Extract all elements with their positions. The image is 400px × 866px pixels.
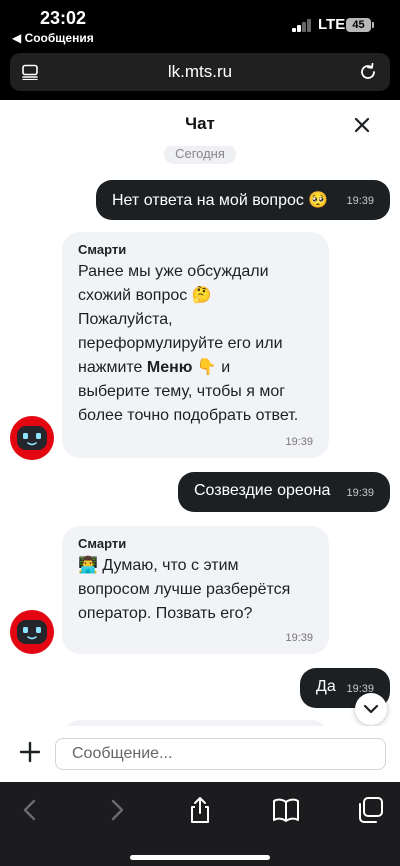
message-time: 19:39 — [285, 632, 313, 644]
message-text: Да — [316, 678, 336, 695]
battery-icon: 45 — [346, 18, 371, 32]
browser-toolbar — [0, 782, 400, 866]
plus-icon[interactable] — [16, 738, 44, 766]
close-icon[interactable] — [351, 114, 373, 136]
incoming-message[interactable]: Смарти Ранее мы уже обсуждали схожий воп… — [62, 232, 329, 458]
chat-title: Чат — [185, 114, 215, 133]
menu-link[interactable]: Меню — [147, 359, 193, 376]
message-text: Нет ответа на мой вопрос 🥺 — [112, 192, 329, 209]
chat-header: Чат — [0, 100, 400, 146]
message-text: Созвездие ореона — [194, 482, 331, 499]
back-arrow-icon[interactable] — [17, 796, 45, 824]
back-to-app-link[interactable]: ◀ Сообщения — [12, 31, 94, 45]
reload-icon[interactable] — [358, 62, 378, 82]
bot-avatar — [10, 416, 54, 460]
home-indicator — [130, 855, 270, 860]
status-time: 23:02 — [40, 8, 87, 28]
message-time: 19:39 — [346, 487, 374, 499]
status-bar: 23:02 ◀ Сообщения LTE 45 — [0, 0, 400, 50]
address-bar[interactable]: lk.mts.ru — [10, 53, 390, 91]
forward-arrow-icon[interactable] — [102, 796, 130, 824]
outgoing-message[interactable]: Нет ответа на мой вопрос 🥺 19:39 — [96, 180, 390, 220]
tabs-icon[interactable] — [356, 796, 384, 824]
message-sender: Смарти — [78, 536, 127, 551]
bot-avatar — [10, 610, 54, 654]
url-text[interactable]: lk.mts.ru — [10, 62, 390, 82]
date-separator: Сегодня — [164, 144, 236, 164]
message-time: 19:39 — [346, 195, 374, 207]
message-time: 19:39 — [285, 436, 313, 448]
message-input[interactable] — [55, 738, 386, 770]
message-text: Ранее мы уже обсуждали схожий вопрос 🤔 П… — [78, 263, 299, 424]
message-sender: Смарти — [78, 242, 127, 257]
message-text: 👨‍💻 Думаю, что с этим вопросом лучше раз… — [78, 557, 291, 622]
chat-panel: Чат Сегодня Нет ответа на мой вопрос 🥺 1… — [0, 100, 400, 782]
message-input-bar — [0, 726, 400, 782]
share-icon[interactable] — [186, 796, 214, 824]
network-type: LTE — [318, 16, 346, 33]
incoming-message[interactable]: Смарти 👨‍💻 Думаю, что с этим вопросом лу… — [62, 526, 329, 654]
browser-address-area: lk.mts.ru — [0, 50, 400, 100]
outgoing-message[interactable]: Созвездие ореона 19:39 — [178, 472, 390, 512]
battery-tip — [372, 22, 374, 28]
signal-icon — [292, 18, 314, 32]
bookmarks-icon[interactable] — [272, 796, 300, 824]
chevron-down-icon — [363, 704, 379, 714]
scroll-down-button[interactable] — [355, 693, 387, 725]
